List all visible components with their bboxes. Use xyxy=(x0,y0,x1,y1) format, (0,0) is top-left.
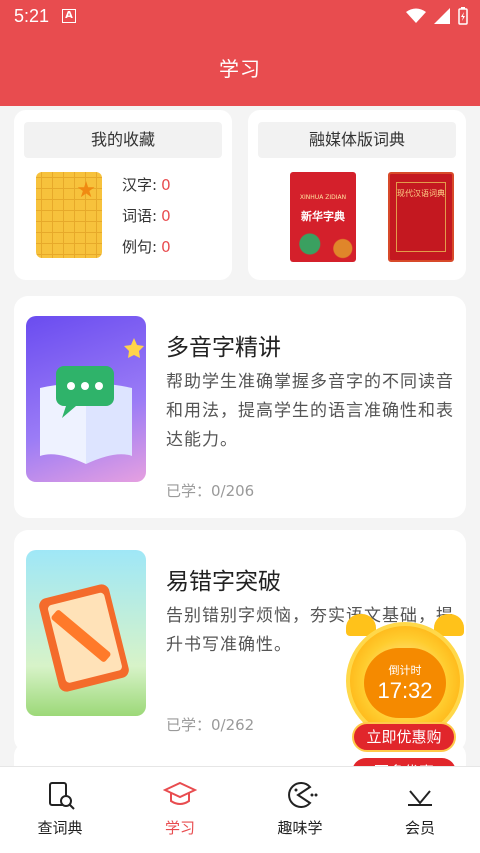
notification-icon: A xyxy=(62,9,76,23)
favorites-card[interactable]: 我的收藏 ★ 汉字: 0 词语: 0 例句: 0 xyxy=(14,110,232,280)
tab-label: 趣味学 xyxy=(277,819,323,837)
polyphonic-book-icon xyxy=(26,316,146,482)
book-title: 新华字典 xyxy=(301,210,345,223)
status-time: 5:21 xyxy=(14,6,50,26)
signal-icon xyxy=(434,8,450,24)
stat-row-liju[interactable]: 例句: 0 xyxy=(122,234,171,265)
feature-progress: 已学：0/262 xyxy=(166,716,255,734)
countdown-label: 倒计时 xyxy=(388,664,422,677)
page-title: 学习 xyxy=(219,57,261,81)
stat-label: 汉字: xyxy=(122,176,158,194)
typo-notebook-icon xyxy=(26,550,146,716)
feature-title: 易错字突破 xyxy=(166,569,281,595)
tab-study[interactable]: 学习 xyxy=(120,775,240,838)
book-pinyin: XINHUA ZIDIAN xyxy=(299,194,347,201)
header: 学习 xyxy=(0,34,480,106)
stat-count: 0 xyxy=(161,176,171,194)
wifi-icon xyxy=(406,8,426,23)
battery-icon xyxy=(458,7,468,25)
stat-row-ciyu[interactable]: 词语: 0 xyxy=(122,203,171,234)
tab-label: 查词典 xyxy=(37,819,83,837)
stat-row-hanzi[interactable]: 汉字: 0 xyxy=(122,172,171,203)
status-icons xyxy=(406,7,468,25)
stat-label: 词语: xyxy=(122,207,158,225)
promo-widget[interactable]: 倒计时 17:32 立即优惠购 更多优惠 xyxy=(332,614,472,786)
tab-dictionary[interactable]: 查词典 xyxy=(0,775,120,838)
countdown-time: 17:32 xyxy=(377,678,433,703)
feature-title: 多音字精讲 xyxy=(166,335,281,361)
modern-chinese-dictionary-book[interactable]: 现代汉语词典 xyxy=(388,172,454,262)
vip-icon xyxy=(360,775,480,815)
star-icon: ★ xyxy=(76,178,96,203)
bottom-tab-bar: 查词典 学习 趣味学 会员 xyxy=(0,766,480,853)
tab-vip[interactable]: 会员 xyxy=(360,775,480,838)
feature-card-polyphonic[interactable]: 多音字精讲 帮助学生准确掌握多音字的不同读音和用法，提高学生的语言准确性和表达能… xyxy=(14,296,466,518)
stat-count: 0 xyxy=(161,207,171,225)
tab-label: 学习 xyxy=(164,819,195,837)
favorites-title: 我的收藏 xyxy=(24,122,222,158)
dictionary-title: 融媒体版词典 xyxy=(258,122,456,158)
dictionary-card[interactable]: 融媒体版词典 XINHUA ZIDIAN 新华字典 现代汉语词典 xyxy=(248,110,466,280)
favorites-stats: 汉字: 0 词语: 0 例句: 0 xyxy=(122,172,171,265)
pacman-icon xyxy=(240,775,360,815)
favorites-book-icon: ★ xyxy=(36,172,102,258)
tab-label: 会员 xyxy=(404,819,435,837)
tab-fun[interactable]: 趣味学 xyxy=(240,775,360,838)
stat-count: 0 xyxy=(161,238,171,256)
buy-now-button[interactable]: 立即优惠购 xyxy=(352,722,456,752)
feature-progress: 已学：0/206 xyxy=(166,482,255,500)
open-book-chat-icon xyxy=(40,338,144,464)
xinhua-dictionary-book[interactable]: XINHUA ZIDIAN 新华字典 xyxy=(290,172,356,262)
feature-description: 帮助学生准确掌握多音字的不同读音和用法，提高学生的语言准确性和表达能力。 xyxy=(166,372,454,450)
dictionary-search-icon xyxy=(0,775,120,815)
stat-label: 例句: xyxy=(122,238,158,256)
notebook-pencil-icon xyxy=(39,584,129,692)
book-title: 现代汉语词典 xyxy=(397,189,445,198)
graduation-cap-icon xyxy=(120,775,240,815)
status-bar: 5:21 A xyxy=(0,0,480,34)
